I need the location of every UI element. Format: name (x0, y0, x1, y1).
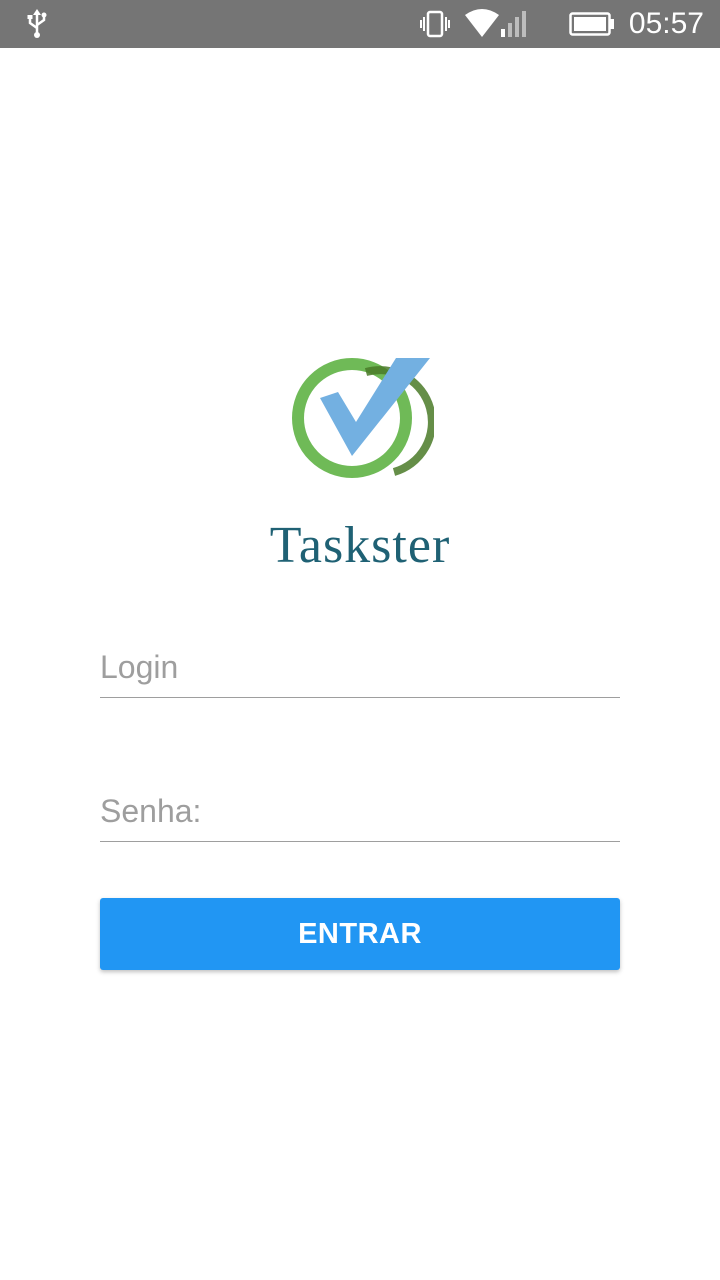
status-bar: 05:57 (0, 0, 720, 48)
vibrate-icon (418, 0, 452, 48)
app-name: Taskster (269, 517, 451, 574)
usb-icon (22, 0, 52, 48)
status-time: 05:57 (628, 7, 704, 40)
wifi-icon (460, 0, 530, 48)
senha-input[interactable] (100, 781, 620, 841)
check-circle-logo (286, 352, 436, 484)
login-input[interactable] (100, 637, 620, 697)
battery-icon (566, 0, 618, 48)
senha-field (100, 781, 620, 842)
login-field (100, 637, 620, 698)
entrar-button[interactable]: ENTRAR (100, 898, 620, 970)
